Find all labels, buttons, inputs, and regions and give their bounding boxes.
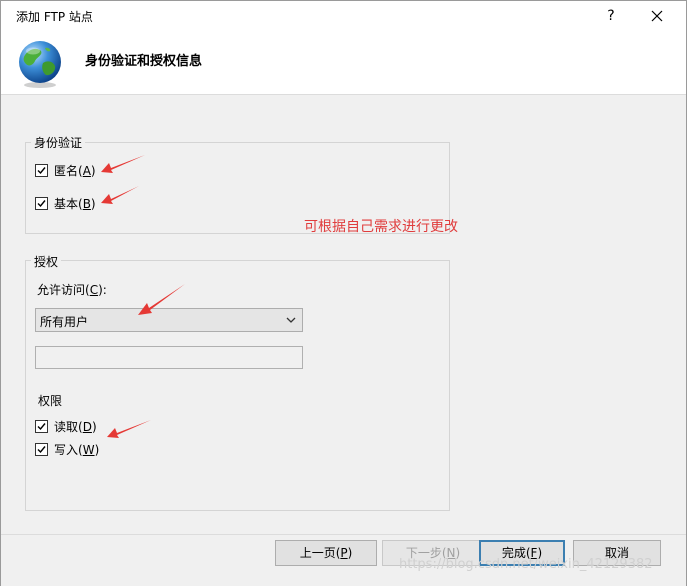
read-checkbox-box[interactable] — [35, 420, 48, 433]
red-arrow-icon — [138, 284, 185, 315]
checkmark-icon — [37, 167, 46, 175]
user-names-field[interactable] — [35, 346, 303, 369]
authentication-group-label: 身份验证 — [31, 134, 86, 151]
allow-access-label: 允许访问(C): — [37, 283, 107, 297]
anonymous-label: 匿名(A) — [54, 164, 96, 178]
close-icon — [651, 10, 663, 22]
allow-access-value: 所有用户 — [40, 315, 89, 329]
write-label: 写入(W) — [54, 443, 100, 457]
permissions-label: 权限 — [38, 394, 63, 408]
dialog-body: 身份验证 匿名(A) 基本(B) 可根据自己需求进行更改 授权 允许访问(C):… — [1, 96, 686, 534]
read-label: 读取(D) — [54, 420, 97, 434]
window-title: 添加 FTP 站点 — [16, 10, 93, 24]
help-button[interactable]: ? — [597, 4, 625, 28]
red-arrow-icon — [107, 420, 151, 438]
checkmark-icon — [37, 423, 46, 431]
basic-label: 基本(B) — [54, 197, 96, 211]
write-checkbox[interactable]: 写入(W) — [35, 441, 99, 458]
page-heading: 身份验证和授权信息 — [85, 54, 203, 69]
close-button[interactable] — [643, 4, 671, 28]
read-checkbox[interactable]: 读取(D) — [35, 418, 97, 435]
chevron-down-icon — [286, 317, 296, 323]
previous-button[interactable]: 上一页(P) — [275, 540, 377, 566]
red-arrow-icon — [101, 155, 145, 173]
watermark: https://blog.csdn.net/weixin_42129382 — [399, 557, 653, 572]
title-bar: 添加 FTP 站点 ? — [1, 1, 686, 31]
add-ftp-site-dialog: 添加 FTP 站点 ? 身份验证和授权信息 身份验证 匿名(A) 基本(B) 可… — [0, 0, 687, 586]
globe-icon — [19, 41, 61, 88]
red-arrow-icon — [101, 186, 139, 204]
annotation-note: 可根据自己需求进行更改 — [304, 219, 458, 235]
authorization-group-label: 授权 — [31, 253, 62, 270]
wizard-header: 身份验证和授权信息 — [1, 31, 686, 95]
checkmark-icon — [37, 446, 46, 454]
basic-checkbox-box[interactable] — [35, 197, 48, 210]
anonymous-checkbox[interactable]: 匿名(A) — [35, 162, 96, 179]
write-checkbox-box[interactable] — [35, 443, 48, 456]
anonymous-checkbox-box[interactable] — [35, 164, 48, 177]
basic-checkbox[interactable]: 基本(B) — [35, 195, 96, 212]
checkmark-icon — [37, 200, 46, 208]
